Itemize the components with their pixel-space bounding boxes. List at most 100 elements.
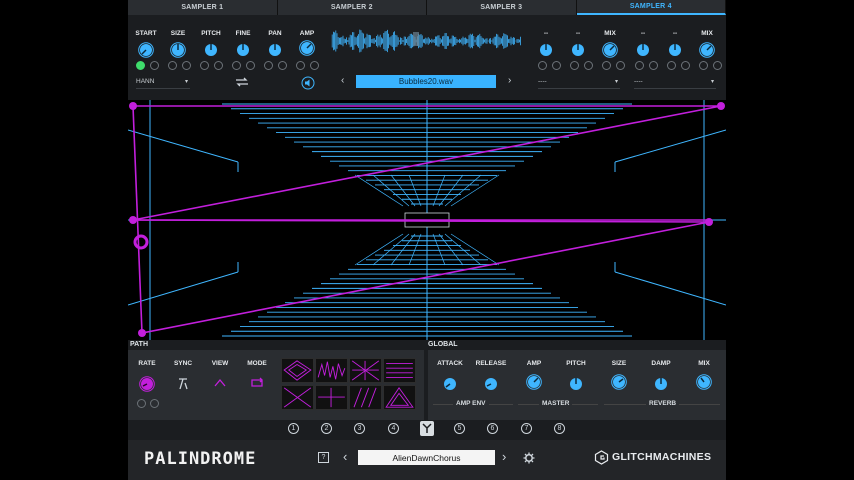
pan-knob[interactable] (267, 42, 283, 58)
path-visualizer[interactable] (128, 100, 726, 340)
tab-sampler-2[interactable]: SAMPLER 2 (277, 0, 427, 15)
view-toggle-icon[interactable] (214, 378, 226, 388)
slot-7[interactable]: 7 (521, 423, 532, 434)
pattern-grid[interactable] (315, 385, 348, 410)
mod-amount-size[interactable] (182, 61, 191, 70)
pattern-diagonals[interactable] (349, 385, 382, 410)
tab-sampler-1[interactable]: SAMPLER 1 (128, 0, 278, 15)
mod-toggle-fine[interactable] (232, 61, 241, 70)
slot-1[interactable]: 1 (288, 423, 299, 434)
pitch-knob[interactable] (203, 42, 219, 58)
fx-mod-11[interactable] (699, 61, 708, 70)
fx-mix-knob-2[interactable] (699, 42, 715, 58)
slot-5[interactable]: 5 (454, 423, 465, 434)
path-node[interactable] (129, 102, 137, 110)
waveform-display[interactable] (331, 28, 521, 54)
slot-4[interactable]: 4 (388, 423, 399, 434)
mod-toggle-size[interactable] (168, 61, 177, 70)
pattern-lines[interactable] (383, 358, 416, 383)
pattern-triangle[interactable] (383, 385, 416, 410)
start-label: START (135, 30, 157, 37)
preset-prev-icon[interactable]: ‹ (343, 449, 347, 464)
reverb-size-knob[interactable] (611, 374, 627, 390)
mod-amount-amp[interactable] (310, 61, 319, 70)
pattern-noise[interactable] (315, 358, 348, 383)
fx-select-2[interactable]: ---- ▾ (634, 78, 716, 89)
chevron-left-icon[interactable]: ‹ (341, 75, 344, 86)
preset-name[interactable]: AlienDawnChorus (358, 450, 495, 465)
slot-2[interactable]: 2 (321, 423, 332, 434)
fx-knob-4[interactable] (667, 42, 683, 58)
mod-amount-fine[interactable] (246, 61, 255, 70)
mod-amount-pitch[interactable] (214, 61, 223, 70)
path-node[interactable] (129, 216, 137, 224)
global-pitch-knob[interactable] (568, 376, 584, 392)
slot-3[interactable]: 3 (354, 423, 365, 434)
attack-knob[interactable] (442, 376, 458, 392)
fx-mix-knob-1[interactable] (602, 42, 618, 58)
pattern-star[interactable] (349, 358, 382, 383)
ray-bottom (354, 233, 404, 266)
ray-top (354, 174, 404, 207)
fx-mod-8[interactable] (649, 61, 658, 70)
fx-mod-1[interactable] (538, 61, 547, 70)
fx-knob-2[interactable] (570, 42, 586, 58)
preset-next-icon[interactable]: › (502, 449, 506, 464)
fx-mod-5[interactable] (602, 61, 611, 70)
path-node[interactable] (717, 102, 725, 110)
rate-knob[interactable] (139, 376, 155, 392)
mod-toggle-start[interactable] (136, 61, 145, 70)
fx-mod-9[interactable] (667, 61, 676, 70)
mod-toggle-pan[interactable] (264, 61, 273, 70)
settings-gear-icon[interactable] (523, 452, 535, 464)
global-amp-knob[interactable] (526, 374, 542, 390)
path-node[interactable] (138, 329, 146, 337)
help-button[interactable]: ? (318, 452, 329, 463)
window-select[interactable]: HANN ▾ (136, 78, 190, 89)
mod-toggle-pitch[interactable] (200, 61, 209, 70)
palindrome-mirror-icon[interactable] (420, 421, 434, 436)
slot-8[interactable]: 8 (554, 423, 565, 434)
tab-sampler-4[interactable]: SAMPLER 4 (576, 0, 726, 15)
mod-amount-pan[interactable] (278, 61, 287, 70)
fx-mod-10[interactable] (681, 61, 690, 70)
speaker-icon[interactable] (301, 76, 315, 90)
tab-sampler-3[interactable]: SAMPLER 3 (427, 0, 577, 15)
playhead-marker[interactable] (413, 32, 419, 46)
fx-mod-6[interactable] (616, 61, 625, 70)
chevron-right-icon[interactable]: › (508, 75, 511, 86)
mod-amount-start[interactable] (150, 61, 159, 70)
amp-knob[interactable] (299, 40, 315, 56)
pattern-cross[interactable] (281, 385, 314, 410)
pattern-diamond[interactable] (281, 358, 314, 383)
fine-knob[interactable] (235, 42, 251, 58)
path-node[interactable] (705, 218, 713, 226)
fx-knob-3[interactable] (635, 42, 651, 58)
release-knob[interactable] (483, 376, 499, 392)
fx-mod-12[interactable] (713, 61, 722, 70)
sample-file-name[interactable]: Bubbles20.wav (356, 75, 496, 88)
amp-env-group-label: AMP ENV (453, 400, 489, 407)
mod-toggle-amp[interactable] (296, 61, 305, 70)
fx-mod-3[interactable] (570, 61, 579, 70)
start-knob[interactable] (138, 42, 154, 58)
reverb-mix-knob[interactable] (696, 374, 712, 390)
fx-mod-4[interactable] (584, 61, 593, 70)
global-pitch-label: PITCH (566, 360, 586, 367)
loop-icon[interactable] (234, 76, 250, 88)
size-knob[interactable] (170, 42, 186, 58)
fx-select-1[interactable]: ---- ▾ (538, 78, 620, 89)
rate-mod-toggle[interactable] (137, 399, 146, 408)
playhead-position[interactable] (133, 234, 149, 250)
sync-icon[interactable] (177, 377, 189, 391)
rate-mod-amount[interactable] (150, 399, 159, 408)
global-amp-label: AMP (526, 360, 542, 367)
mode-loop-icon[interactable] (249, 377, 265, 389)
reverb-damp-knob[interactable] (653, 376, 669, 392)
slot-6[interactable]: 6 (487, 423, 498, 434)
fx-mod-2[interactable] (552, 61, 561, 70)
ray-bottom (438, 233, 464, 266)
ray-top (450, 174, 500, 207)
fx-knob-1[interactable] (538, 42, 554, 58)
fx-mod-7[interactable] (635, 61, 644, 70)
